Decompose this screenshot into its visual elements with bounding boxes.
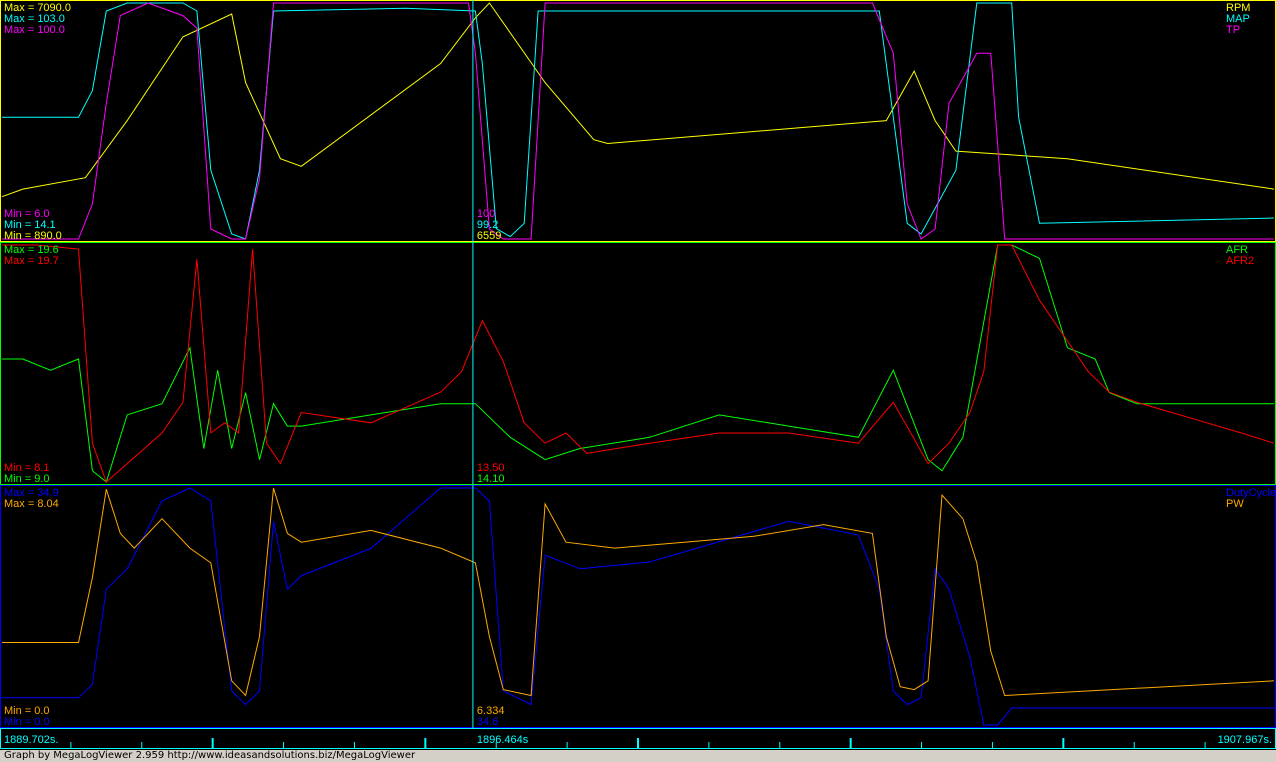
max-label: Max = 8.04 — [4, 498, 59, 510]
series-line-dutycycle1 — [2, 487, 1274, 726]
legend-tp: TP — [1226, 24, 1240, 36]
time-axis-cursor: 1896.464s — [477, 734, 529, 746]
min-label: Min = 0.0 — [4, 716, 50, 728]
min-label: Min = 9.0 — [4, 473, 50, 485]
cursor-value: 34.6 — [477, 716, 498, 728]
max-label: Max = 100.0 — [4, 24, 65, 36]
cursor-value: 14.10 — [477, 473, 505, 485]
series-line-afr2 — [2, 244, 1275, 483]
series-line-tp — [2, 2, 1274, 240]
time-axis-end: 1907.967s. — [1218, 734, 1272, 746]
footer-credit: Graph by MegaLogViewer 2.959 http://www.… — [0, 750, 1276, 762]
max-label: Max = 19.7 — [4, 255, 59, 267]
series-line-pw — [2, 487, 1275, 697]
series-line-map — [2, 2, 1275, 240]
legend-afr2: AFR2 — [1226, 255, 1254, 267]
series-line-rpm — [1, 2, 1275, 198]
time-axis-start: 1889.702s. — [4, 734, 58, 746]
cursor-value: 6559 — [477, 230, 501, 242]
legend-pw: PW — [1226, 498, 1244, 510]
min-label: Min = 890.0 — [4, 230, 62, 242]
panel-top-border — [0, 0, 1276, 242]
log-viewer-chart[interactable]: RPMMAPTPMax = 7090.0Max = 103.0Max = 100… — [0, 0, 1276, 762]
